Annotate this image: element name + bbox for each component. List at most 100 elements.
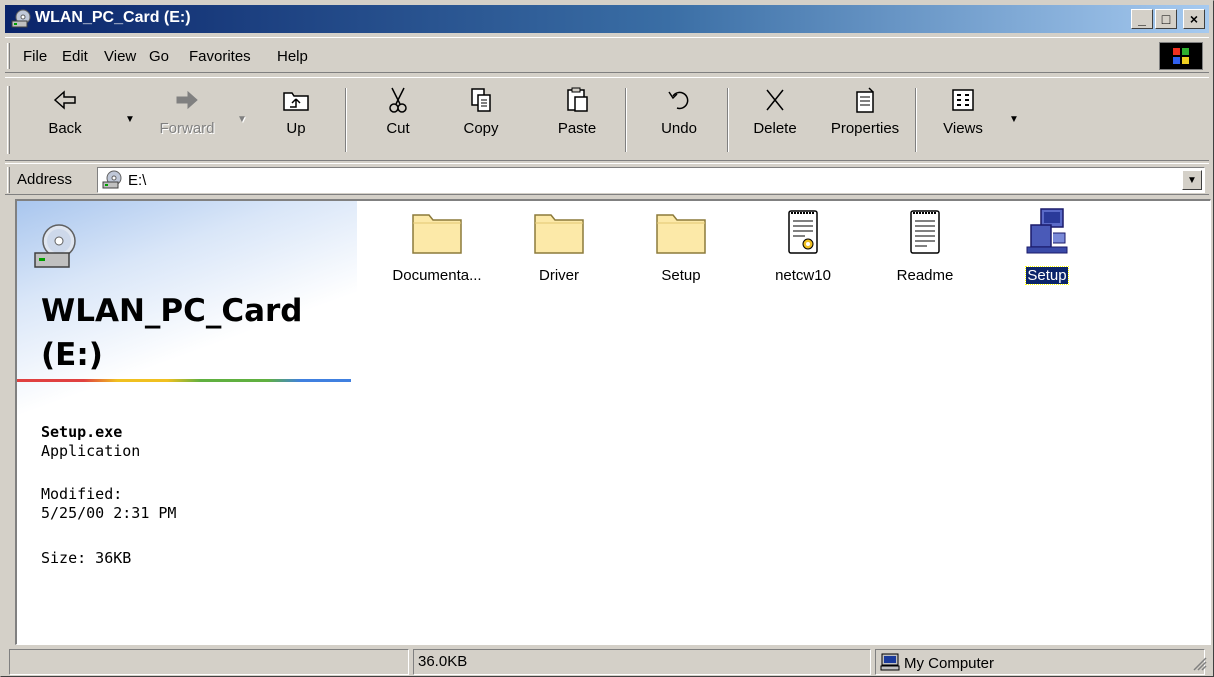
paste-label: Paste (557, 120, 597, 137)
forward-arrow-icon (176, 90, 198, 110)
maximize-button[interactable]: □ (1155, 9, 1177, 29)
menu-go[interactable]: Go (149, 48, 169, 65)
close-icon: × (1189, 11, 1199, 27)
file-item[interactable]: netcw10 (743, 207, 863, 284)
toolbar-separator (727, 88, 729, 152)
up-button[interactable]: Up (273, 86, 319, 154)
maximize-icon: □ (1161, 11, 1171, 27)
properties-label: Properties (830, 120, 900, 137)
close-button[interactable]: × (1183, 9, 1205, 29)
resize-grip-icon[interactable] (1191, 655, 1207, 675)
cut-button[interactable]: Cut (375, 86, 421, 154)
menu-favorites[interactable]: Favorites (189, 48, 251, 65)
windows-logo-icon (1159, 42, 1203, 70)
file-item[interactable]: Documenta... (377, 207, 497, 284)
menu-help[interactable]: Help (277, 48, 308, 65)
file-item[interactable]: Driver (499, 207, 619, 284)
folder-view: WLAN_PC_Card (E:) Setup.exe Application … (15, 199, 1211, 645)
status-size: 36.0KB (413, 649, 871, 675)
menu-edit[interactable]: Edit (62, 48, 88, 65)
address-value: E:\ (128, 172, 147, 189)
file-item[interactable]: Setup (621, 207, 741, 284)
delete-label: Delete (753, 120, 797, 137)
back-arrow-icon (53, 90, 76, 110)
rainbow-divider (17, 379, 351, 382)
menu-grip[interactable] (7, 43, 10, 69)
toolbar-separator (345, 88, 347, 152)
pane-title-line1: WLAN_PC_Card (41, 293, 303, 329)
folder-icon (534, 214, 584, 254)
folder-icon (412, 214, 462, 254)
copy-button[interactable]: Copy (453, 86, 509, 154)
address-grip[interactable] (7, 167, 10, 193)
text-document-icon (910, 210, 940, 254)
paste-clipboard-icon (567, 87, 588, 112)
toolbar-separator (915, 88, 917, 152)
undo-label: Undo (661, 120, 697, 137)
menu-bar: File Edit View Go Favorites Help (5, 37, 1209, 73)
cut-label: Cut (386, 120, 410, 137)
folder-icon (656, 214, 706, 254)
forward-button[interactable]: Forward (151, 86, 223, 154)
back-dropdown-arrow-icon[interactable]: ▼ (125, 114, 135, 125)
file-name: Readme (896, 267, 954, 284)
toolbar-grip[interactable] (7, 86, 10, 154)
pane-title-line2: (E:) (41, 337, 103, 373)
explorer-window: WLAN_PC_Card (E:) _ □ × File Edit View G… (0, 0, 1214, 677)
views-dropdown-arrow-icon[interactable]: ▼ (1009, 114, 1019, 125)
forward-label: Forward (159, 120, 215, 137)
properties-icon (856, 87, 874, 113)
file-name: Driver (539, 267, 579, 284)
properties-button[interactable]: Properties (821, 86, 909, 154)
selected-file-type: Application (41, 442, 141, 460)
my-computer-icon (880, 653, 900, 675)
views-button[interactable]: Views (935, 86, 991, 154)
address-dropdown-button[interactable]: ▼ (1182, 170, 1202, 190)
undo-button[interactable]: Undo (649, 86, 709, 154)
menu-view[interactable]: View (104, 48, 136, 65)
standard-toolbar: Back ▼ Forward ▼ Up Cut Copy Paste Undo … (5, 77, 1209, 161)
delete-x-icon (766, 89, 784, 111)
back-button[interactable]: Back (35, 86, 95, 154)
back-label: Back (48, 120, 82, 137)
cd-drive-icon (11, 9, 31, 29)
status-cell-left (9, 649, 409, 675)
views-icon (952, 89, 974, 111)
selected-file-name: Setup.exe (41, 423, 123, 441)
menu-file[interactable]: File (23, 48, 47, 65)
status-zone-label: My Computer (904, 655, 995, 672)
address-label: Address (17, 171, 73, 188)
status-zone: My Computer (875, 649, 1205, 675)
title-bar[interactable]: WLAN_PC_Card (E:) _ □ × (5, 5, 1209, 33)
file-item-selected[interactable]: Setup (987, 207, 1107, 285)
copy-label: Copy (463, 120, 499, 137)
address-input[interactable]: E:\ ▼ (97, 167, 1205, 193)
window-title: WLAN_PC_Card (E:) (35, 9, 191, 26)
toolbar-separator (625, 88, 627, 152)
setup-info-file-icon (788, 210, 818, 254)
delete-button[interactable]: Delete (743, 86, 807, 154)
file-name: Documenta... (392, 267, 482, 284)
up-label: Up (286, 120, 306, 137)
copy-icon (471, 88, 491, 112)
modified-label: Modified: (41, 485, 123, 503)
file-item[interactable]: Readme (865, 207, 985, 284)
forward-dropdown-arrow-icon[interactable]: ▼ (237, 114, 247, 125)
address-bar: Address E:\ ▼ (5, 163, 1209, 195)
file-name: Setup (661, 267, 701, 284)
status-bar: 36.0KB My Computer (5, 649, 1209, 675)
chevron-down-icon: ▼ (1187, 174, 1197, 186)
undo-icon (668, 91, 689, 110)
minimize-icon: _ (1138, 11, 1146, 27)
file-name: Setup (1025, 266, 1069, 285)
modified-value: 5/25/00 2:31 PM (41, 504, 177, 522)
setup-application-icon (1026, 208, 1068, 254)
cd-drive-icon (33, 223, 81, 275)
file-name: netcw10 (775, 267, 831, 284)
minimize-button[interactable]: _ (1131, 9, 1153, 29)
scissors-icon (389, 87, 407, 113)
paste-button[interactable]: Paste (549, 86, 605, 154)
file-size: Size: 36KB (41, 549, 132, 567)
pane-title: WLAN_PC_Card (E:) (41, 289, 303, 377)
views-label: Views (943, 120, 983, 137)
